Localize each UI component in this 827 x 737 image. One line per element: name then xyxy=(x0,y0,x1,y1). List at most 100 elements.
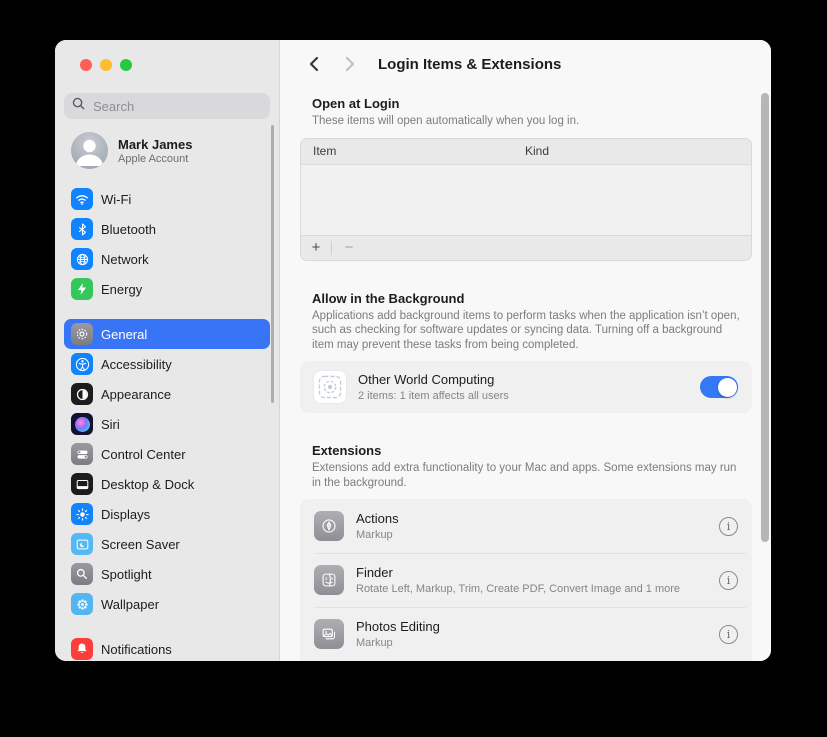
table-footer: + − xyxy=(301,234,751,260)
sidebar-item-label: Energy xyxy=(101,281,143,297)
window-controls xyxy=(55,40,279,71)
accessibility-icon xyxy=(71,353,93,375)
sidebar-item-network[interactable]: Network xyxy=(64,244,270,274)
extension-name: Finder xyxy=(356,564,393,580)
page-title: Login Items & Extensions xyxy=(378,55,562,73)
forward-button[interactable] xyxy=(338,52,362,76)
sidebar-item-label: Screen Saver xyxy=(101,536,180,552)
avatar xyxy=(71,132,108,169)
allow-background-description: Applications add background items to per… xyxy=(312,309,740,351)
sun-icon xyxy=(71,503,93,525)
apple-account-item[interactable]: Mark James Apple Account xyxy=(71,132,270,169)
sidebar-item-bluetooth[interactable]: Bluetooth xyxy=(64,214,270,244)
extensions-heading: Extensions xyxy=(312,443,382,458)
search-icon xyxy=(72,97,85,115)
background-item-name: Other World Computing xyxy=(358,371,495,387)
add-login-item-button[interactable]: + xyxy=(301,236,331,260)
sidebar-scrollbar[interactable] xyxy=(271,125,274,403)
open-at-login-description: These items will open automatically when… xyxy=(312,115,580,127)
sidebar-item-label: Displays xyxy=(101,506,151,522)
sidebar-item-label: General xyxy=(101,326,148,342)
bluetooth-icon xyxy=(71,218,93,240)
background-item-detail: 2 items: 1 item affects all users xyxy=(358,389,509,402)
extension-detail: Markup xyxy=(356,528,393,541)
sidebar-item-label: Wallpaper xyxy=(101,596,160,612)
sidebar-item-wifi[interactable]: Wi-Fi xyxy=(64,184,270,214)
sidebar-item-notifications[interactable]: Notifications xyxy=(64,634,270,661)
sidebar-item-siri[interactable]: Siri xyxy=(64,409,270,439)
extension-row-finder[interactable]: Finder Rotate Left, Markup, Trim, Create… xyxy=(300,553,752,607)
desktop-background: Mark James Apple Account Wi-Fi xyxy=(0,0,827,737)
table-header-row: Item Kind xyxy=(301,138,751,165)
actions-extension-icon xyxy=(314,511,344,541)
screen-saver-icon xyxy=(71,533,93,555)
info-icon[interactable]: i xyxy=(719,516,738,536)
open-at-login-heading: Open at Login xyxy=(312,96,400,111)
sidebar-item-wallpaper[interactable]: Wallpaper xyxy=(64,589,270,619)
minimize-button[interactable] xyxy=(100,59,112,71)
wifi-icon xyxy=(71,188,93,210)
toggle-knob xyxy=(717,377,737,397)
search-field[interactable] xyxy=(64,93,270,119)
extension-row-actions[interactable]: Actions Markup i xyxy=(300,499,752,553)
remove-login-item-button[interactable]: − xyxy=(332,236,366,260)
close-button[interactable] xyxy=(80,59,92,71)
sidebar-item-label: Notifications xyxy=(101,641,172,657)
sidebar-item-screen-saver[interactable]: Screen Saver xyxy=(64,529,270,559)
desktop-dock-icon xyxy=(71,473,93,495)
zoom-button[interactable] xyxy=(120,59,132,71)
info-icon[interactable]: i xyxy=(719,624,738,644)
bolt-icon xyxy=(71,278,93,300)
settings-nav: Wi-Fi Bluetooth Network Energy General A… xyxy=(55,184,279,661)
sidebar-item-label: Control Center xyxy=(101,446,186,462)
extension-row-photos-editing[interactable]: Photos Editing Markup i xyxy=(300,607,752,661)
gear-icon xyxy=(71,323,93,345)
sidebar-item-spotlight[interactable]: Spotlight xyxy=(64,559,270,589)
sidebar-item-label: Siri xyxy=(101,416,120,432)
settings-scroll-area: Open at Login These items will open auto… xyxy=(280,96,771,661)
sidebar-item-label: Desktop & Dock xyxy=(101,476,195,492)
background-items-card: Other World Computing 2 items: 1 item af… xyxy=(300,361,752,413)
extension-detail: Rotate Left, Markup, Trim, Create PDF, C… xyxy=(356,582,681,595)
allow-background-heading: Allow in the Background xyxy=(312,290,465,306)
content-scrollbar[interactable] xyxy=(761,93,769,542)
sidebar-item-label: Accessibility xyxy=(101,356,172,372)
extensions-description: Extensions add extra functionality to yo… xyxy=(312,462,737,489)
extension-name: Photos Editing xyxy=(356,618,440,634)
extension-detail: Markup xyxy=(356,636,393,649)
extension-name: Actions xyxy=(356,510,399,526)
siri-icon xyxy=(71,413,93,435)
sidebar-item-displays[interactable]: Displays xyxy=(64,499,270,529)
info-icon[interactable]: i xyxy=(719,570,738,590)
sidebar-item-label: Network xyxy=(101,251,149,267)
globe-icon xyxy=(71,248,93,270)
extensions-card: Actions Markup i Finder Rotate Left, Mar… xyxy=(300,499,752,661)
content-pane: Login Items & Extensions Open at Login T… xyxy=(280,40,771,661)
open-at-login-table: Item Kind + − xyxy=(300,137,752,261)
appearance-icon xyxy=(71,383,93,405)
sidebar-item-label: Appearance xyxy=(101,386,172,402)
sidebar-item-energy[interactable]: Energy xyxy=(64,274,270,304)
flower-icon xyxy=(71,593,93,615)
sidebar-item-appearance[interactable]: Appearance xyxy=(64,379,270,409)
background-item-toggle[interactable] xyxy=(700,376,738,398)
finder-extension-icon xyxy=(314,565,344,595)
sidebar-item-accessibility[interactable]: Accessibility xyxy=(64,349,270,379)
sidebar-item-general[interactable]: General xyxy=(64,319,270,349)
account-subtitle: Apple Account xyxy=(118,152,189,165)
sidebar-item-label: Wi-Fi xyxy=(101,191,132,207)
sidebar-item-label: Spotlight xyxy=(101,566,152,582)
column-header-kind: Kind xyxy=(525,144,550,158)
table-empty-body[interactable] xyxy=(301,165,751,235)
column-header-item: Item xyxy=(313,144,337,158)
control-center-icon xyxy=(71,443,93,465)
sidebar: Mark James Apple Account Wi-Fi xyxy=(55,40,280,661)
account-name: Mark James xyxy=(118,136,193,152)
back-button[interactable] xyxy=(302,52,326,76)
search-input[interactable] xyxy=(91,97,262,115)
sidebar-item-desktop-dock[interactable]: Desktop & Dock xyxy=(64,469,270,499)
sidebar-item-control-center[interactable]: Control Center xyxy=(64,439,270,469)
background-item-row: Other World Computing 2 items: 1 item af… xyxy=(300,361,752,413)
magnifier-icon xyxy=(71,563,93,585)
bell-icon xyxy=(71,638,93,660)
